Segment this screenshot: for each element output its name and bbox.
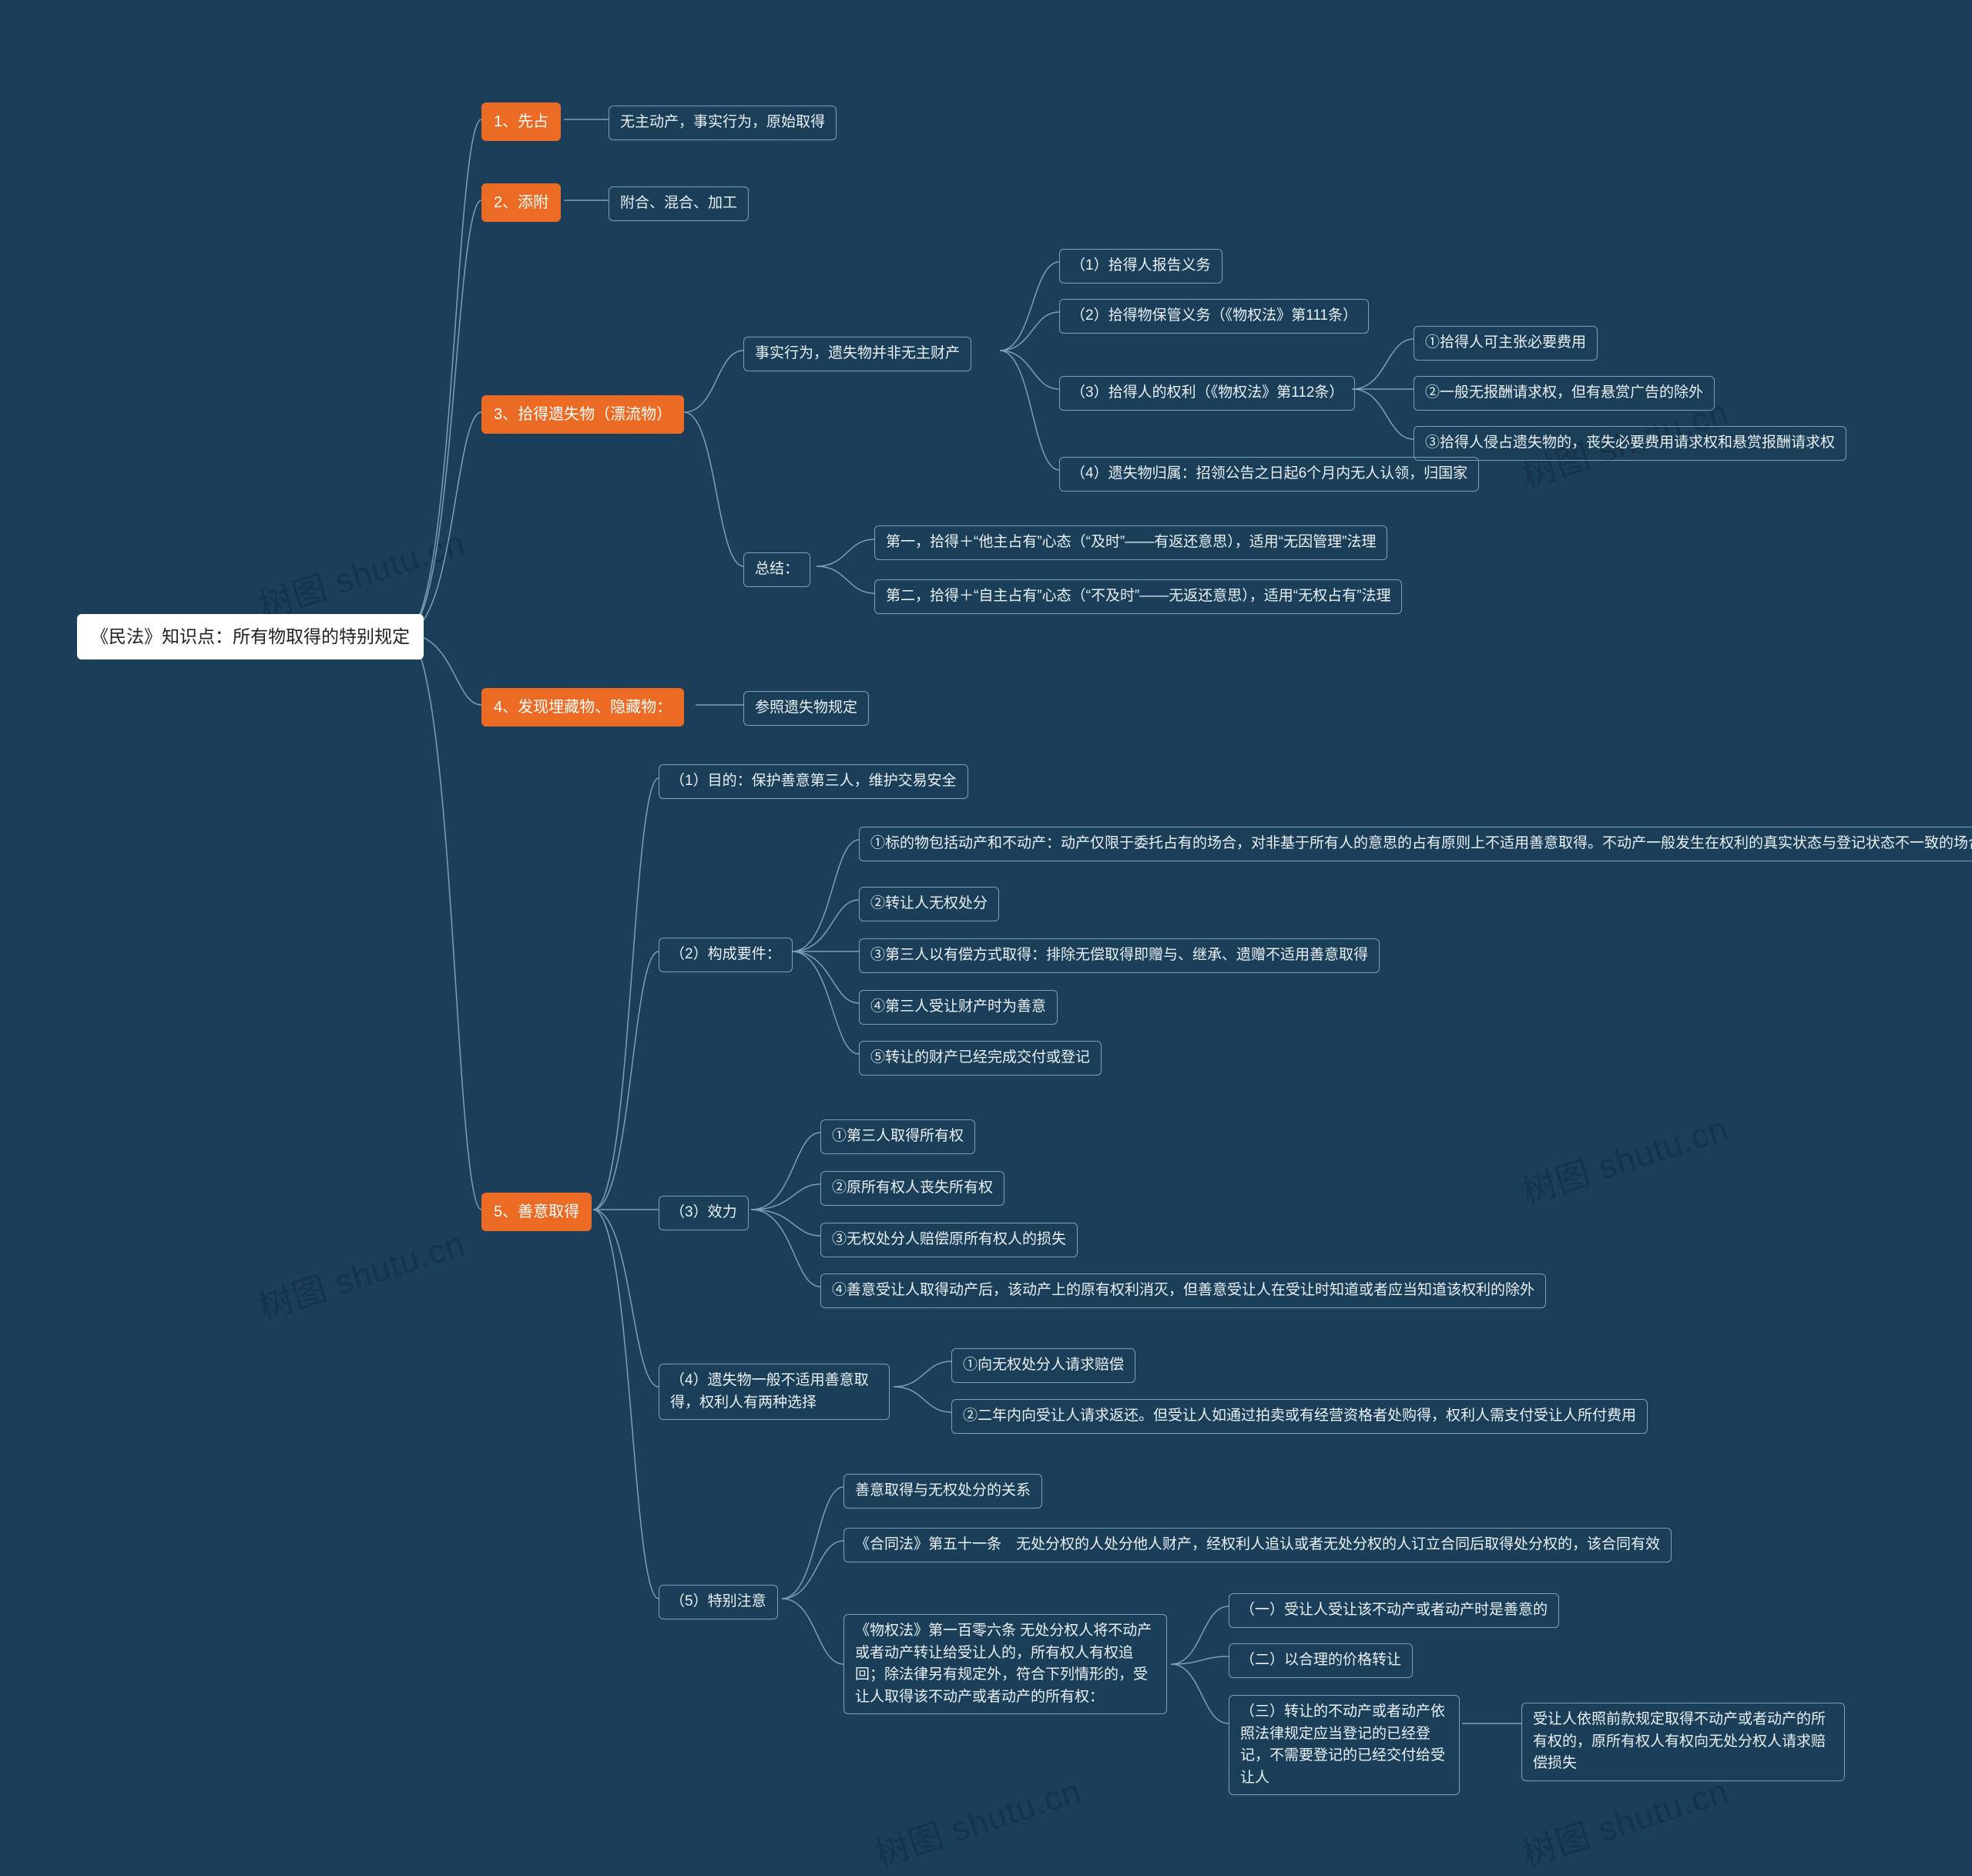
node-3-b[interactable]: 总结： [743, 552, 810, 587]
node-5-c[interactable]: （3）效力 [659, 1196, 749, 1230]
watermark: 树图 shutu.cn [1515, 1101, 1734, 1214]
node-5-e-2[interactable]: 《合同法》第五十一条 无处分权的人处分他人财产，经权利人追认或者无处分权的人订立… [843, 1528, 1672, 1562]
node-5-b-2[interactable]: ②转让人无权处分 [859, 887, 999, 921]
connector-lines [0, 0, 1972, 1854]
node-3-a-3-ii[interactable]: ②一般无报酬请求权，但有悬赏广告的除外 [1414, 376, 1715, 411]
node-5-e[interactable]: （5）特别注意 [659, 1585, 778, 1619]
node-5-e-1[interactable]: 善意取得与无权处分的关系 [843, 1474, 1042, 1509]
node-3-a-4[interactable]: （4）遗失物归属：招领公告之日起6个月内无人认领，归国家 [1059, 457, 1479, 492]
node-5-e-3-c[interactable]: （三）转让的不动产或者动产依照法律规定应当登记的已经登记，不需要登记的已经交付给… [1229, 1695, 1460, 1795]
node-5-b-3[interactable]: ③第三人以有偿方式取得：排除无偿取得即赠与、继承、遗赠不适用善意取得 [859, 938, 1380, 973]
node-5-b-1[interactable]: ①标的物包括动产和不动产：动产仅限于委托占有的场合，对非基于所有人的意思的占有原… [859, 827, 1972, 861]
node-3-a-3-iii[interactable]: ③拾得人侵占遗失物的，丧失必要费用请求权和悬赏报酬请求权 [1414, 426, 1846, 461]
node-5-e-3-a[interactable]: （一）受让人受让该不动产或者动产时是善意的 [1229, 1593, 1559, 1628]
node-5[interactable]: 5、善意取得 [481, 1193, 592, 1231]
node-5-c-3[interactable]: ③无权处分人赔偿原所有权人的损失 [820, 1223, 1078, 1257]
node-5-d[interactable]: （4）遗失物一般不适用善意取得，权利人有两种选择 [659, 1364, 890, 1420]
node-2[interactable]: 2、添附 [481, 183, 561, 222]
node-5-b-4[interactable]: ④第三人受让财产时为善意 [859, 990, 1058, 1025]
node-3-a-2[interactable]: （2）拾得物保管义务（《物权法》第111条） [1059, 299, 1369, 334]
node-5-d-1[interactable]: ①向无权处分人请求赔偿 [951, 1348, 1135, 1383]
node-5-e-3-b[interactable]: （二）以合理的价格转让 [1229, 1643, 1413, 1678]
node-3-a-3[interactable]: （3）拾得人的权利（《物权法》第112条） [1059, 376, 1355, 411]
node-5-e-3-c-1[interactable]: 受让人依照前款规定取得不动产或者动产的所有权的，原所有权人有权向无处分权人请求赔… [1521, 1703, 1845, 1781]
node-4[interactable]: 4、发现埋藏物、隐藏物： [481, 688, 684, 727]
node-1[interactable]: 1、先占 [481, 102, 561, 141]
node-3-a[interactable]: 事实行为，遗失物并非无主财产 [743, 337, 971, 371]
node-5-c-2[interactable]: ②原所有权人丧失所有权 [820, 1171, 1004, 1206]
node-4-a[interactable]: 参照遗失物规定 [743, 691, 869, 726]
node-5-d-2[interactable]: ②二年内向受让人请求返还。但受让人如通过拍卖或有经营资格者处购得，权利人需支付受… [951, 1399, 1648, 1434]
node-5-c-1[interactable]: ①第三人取得所有权 [820, 1119, 975, 1154]
node-3-a-3-i[interactable]: ①拾得人可主张必要费用 [1414, 326, 1598, 361]
node-3-a-1[interactable]: （1）拾得人报告义务 [1059, 249, 1222, 284]
node-3-b-2[interactable]: 第二，拾得＋“自主占有”心态（“不及时”——无返还意思），适用“无权占有”法理 [874, 579, 1402, 614]
node-3[interactable]: 3、拾得遗失物（漂流物） [481, 395, 684, 434]
mindmap-canvas: 树图 shutu.cn 树图 shutu.cn 树图 shutu.cn 树图 s… [0, 0, 1972, 1854]
watermark: 树图 shutu.cn [868, 1764, 1087, 1876]
watermark: 树图 shutu.cn [252, 1217, 471, 1330]
node-1-a[interactable]: 无主动产，事实行为，原始取得 [609, 106, 837, 140]
node-5-c-4[interactable]: ④善意受让人取得动产后，该动产上的原有权利消灭，但善意受让人在受让时知道或者应当… [820, 1274, 1546, 1308]
node-3-b-1[interactable]: 第一，拾得＋“他主占有”心态（“及时”——有返还意思），适用“无因管理”法理 [874, 525, 1387, 560]
node-5-a[interactable]: （1）目的：保护善意第三人，维护交易安全 [659, 764, 968, 799]
node-5-b-5[interactable]: ⑤转让的财产已经完成交付或登记 [859, 1041, 1102, 1076]
root-node[interactable]: 《民法》知识点：所有物取得的特别规定 [77, 614, 424, 659]
node-5-b[interactable]: （2）构成要件： [659, 938, 793, 972]
node-2-a[interactable]: 附合、混合、加工 [609, 186, 749, 221]
node-5-e-3[interactable]: 《物权法》第一百零六条 无处分权人将不动产或者动产转让给受让人的，所有权人有权追… [843, 1614, 1167, 1714]
watermark: 树图 shutu.cn [252, 515, 471, 629]
